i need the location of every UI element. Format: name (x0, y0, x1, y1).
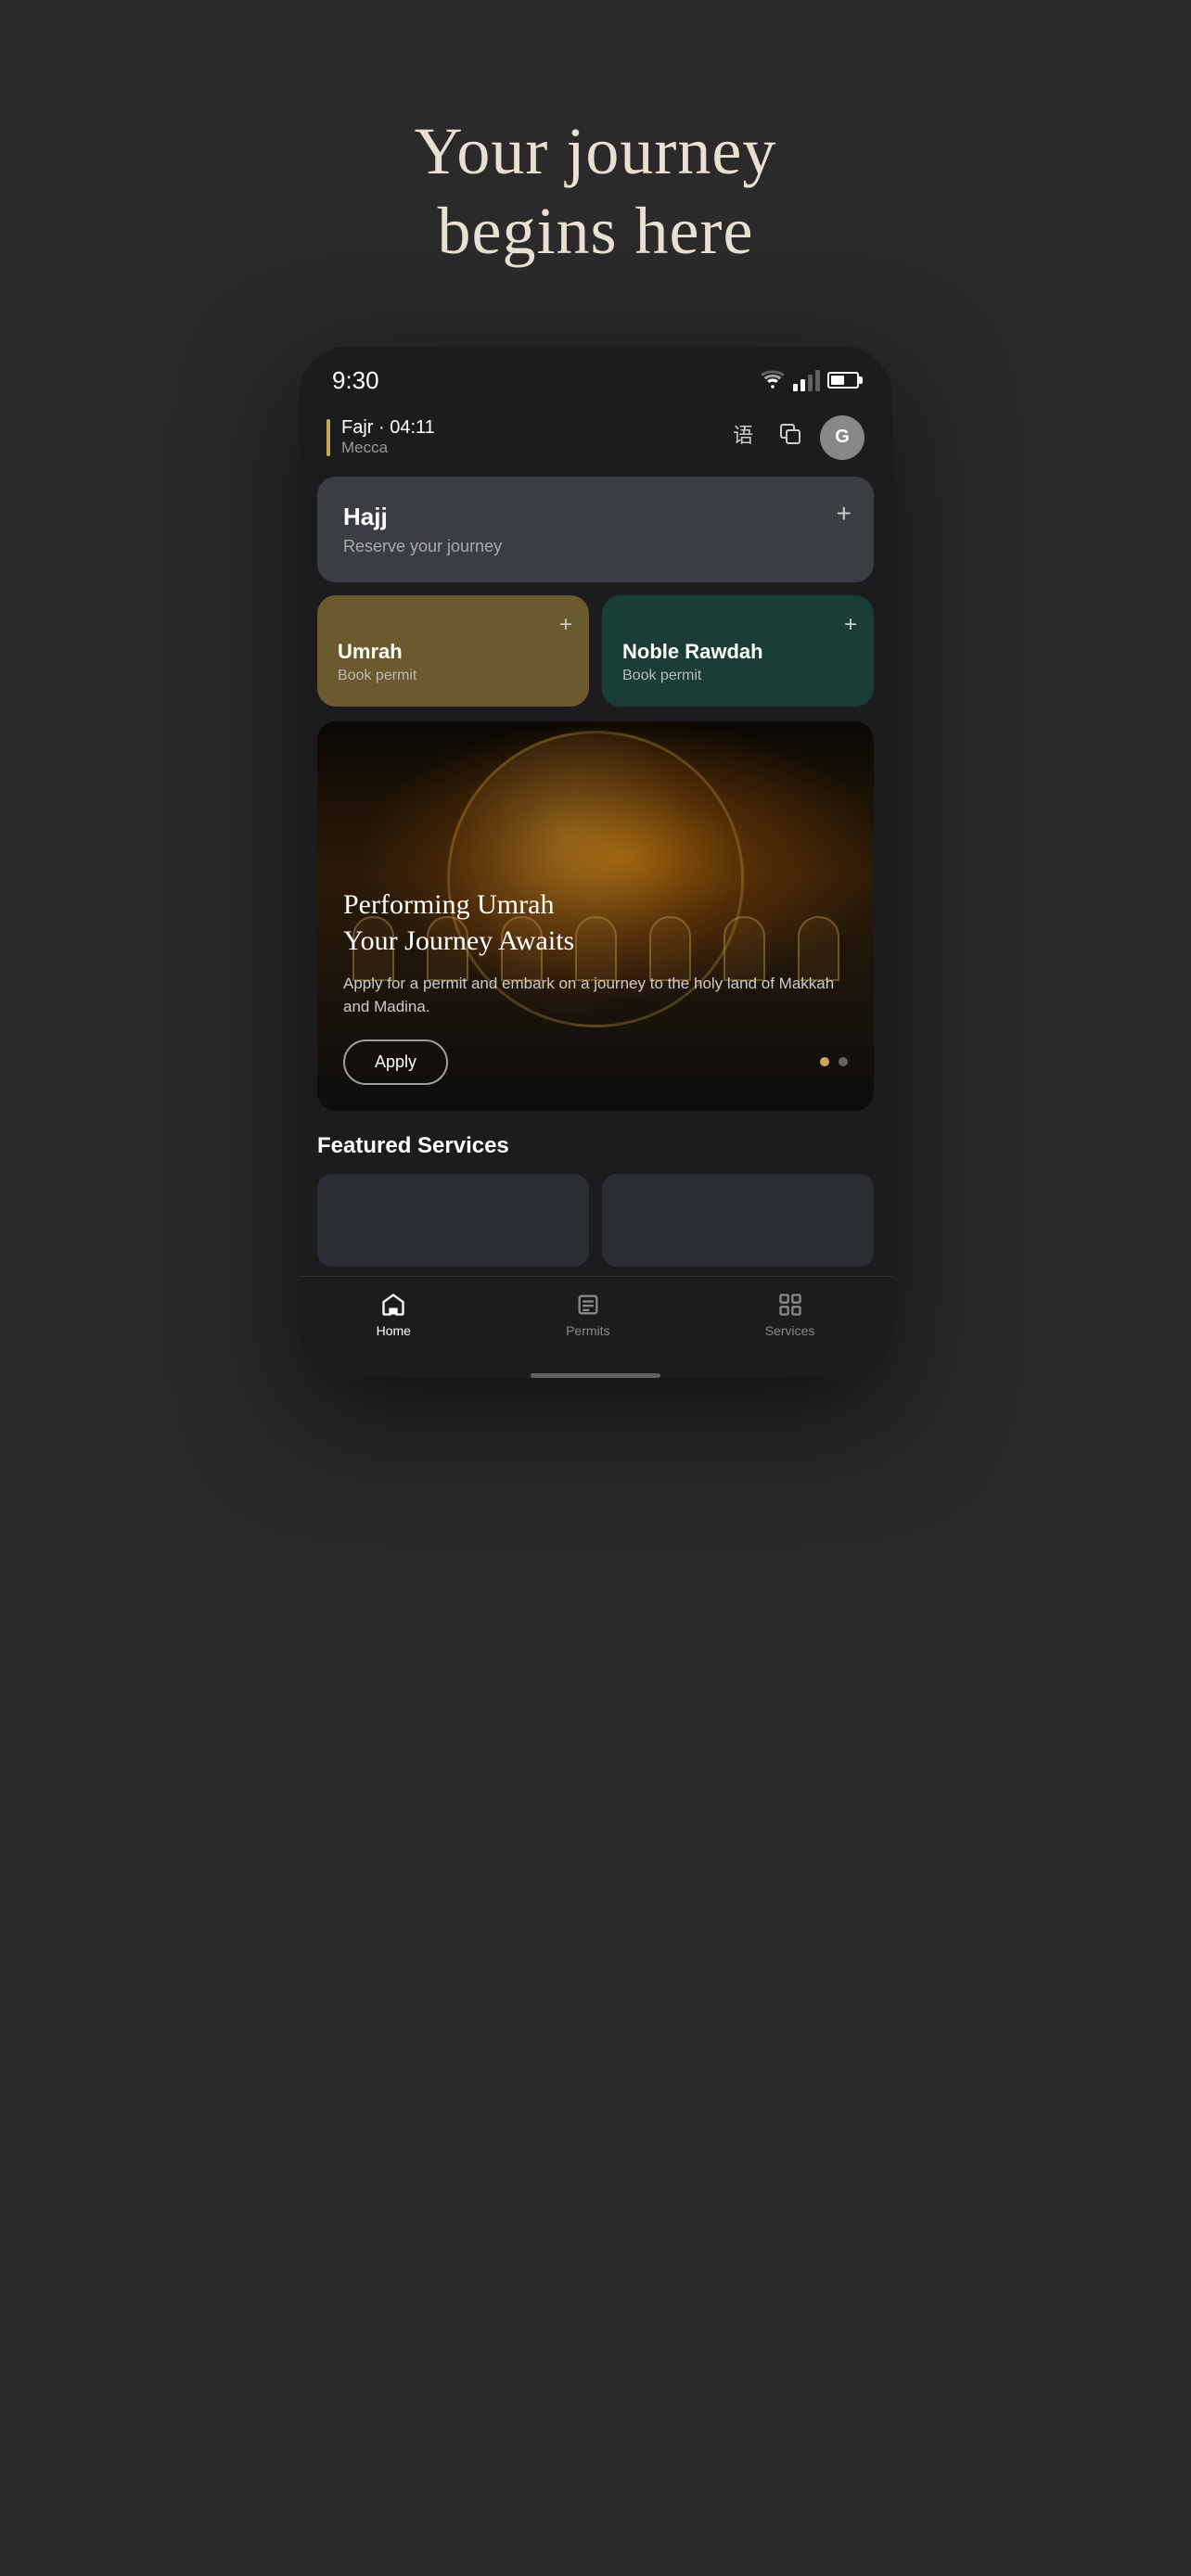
umrah-card-subtitle: Book permit (338, 668, 569, 684)
carousel-dot-2 (839, 1057, 848, 1066)
service-card-2[interactable] (602, 1174, 874, 1267)
prayer-info: Fajr · 04:11 Mecca (327, 417, 435, 457)
carousel-dot-1 (820, 1057, 829, 1066)
rawdah-card-plus[interactable]: + (844, 612, 857, 638)
prayer-location: Mecca (341, 439, 435, 457)
rawdah-card[interactable]: + Noble Rawdah Book permit (602, 595, 874, 707)
services-nav-label: Services (765, 1323, 815, 1338)
prayer-bar-indicator (327, 419, 330, 456)
nav-home[interactable]: Home (349, 1292, 439, 1338)
service-card-1[interactable] (317, 1174, 589, 1267)
status-bar: 9:30 (299, 346, 892, 404)
nav-services[interactable]: Services (737, 1292, 843, 1338)
hero-text: Your journey begins here (415, 111, 777, 272)
hajj-card[interactable]: + Hajj Reserve your journey (317, 477, 874, 582)
umrah-card-title: Umrah (338, 640, 569, 664)
page-wrapper: Your journey begins here 9:30 (0, 0, 1191, 2576)
prayer-name: Fajr · 04:11 (341, 417, 435, 439)
user-avatar[interactable]: G (820, 415, 864, 460)
banner-text-content: Performing Umrah Your Journey Awaits App… (343, 886, 848, 1085)
services-preview (317, 1174, 874, 1276)
prayer-text: Fajr · 04:11 Mecca (341, 417, 435, 457)
rawdah-card-title: Noble Rawdah (622, 640, 853, 664)
umrah-card[interactable]: + Umrah Book permit (317, 595, 589, 707)
hajj-card-plus[interactable]: + (837, 499, 852, 529)
banner-carousel: Performing Umrah Your Journey Awaits App… (317, 721, 874, 1111)
rawdah-card-subtitle: Book permit (622, 668, 853, 684)
battery-icon (827, 372, 859, 389)
main-content: + Hajj Reserve your journey + Umrah Book… (299, 477, 892, 1276)
bottom-nav: Home Permits Services (299, 1276, 892, 1366)
featured-services-title: Featured Services (317, 1129, 874, 1174)
phone-container: 9:30 (299, 346, 892, 1378)
home-icon (380, 1292, 406, 1318)
hajj-card-title: Hajj (343, 503, 848, 531)
banner-image: Performing Umrah Your Journey Awaits App… (317, 721, 874, 1111)
services-icon (777, 1292, 803, 1318)
banner-description: Apply for a permit and embark on a journ… (343, 972, 848, 1019)
wifi-icon (760, 367, 786, 393)
header-actions: 语 G (733, 415, 864, 460)
app-header: Fajr · 04:11 Mecca 语 G (299, 404, 892, 477)
translate-icon[interactable]: 语 (733, 422, 761, 453)
umrah-card-plus[interactable]: + (559, 612, 572, 638)
signal-icon (793, 370, 820, 391)
carousel-dots (820, 1057, 848, 1066)
banner-footer: Apply (343, 1039, 848, 1085)
nav-permits[interactable]: Permits (538, 1292, 637, 1338)
apply-button[interactable]: Apply (343, 1039, 448, 1085)
home-nav-label: Home (377, 1323, 411, 1338)
translate-btn[interactable] (777, 421, 803, 453)
small-cards-row: + Umrah Book permit + Noble Rawdah Book … (317, 595, 874, 707)
status-time: 9:30 (332, 366, 379, 395)
svg-text:语: 语 (733, 424, 753, 446)
banner-title: Performing Umrah Your Journey Awaits (343, 886, 848, 959)
hajj-card-subtitle: Reserve your journey (343, 537, 848, 556)
status-icons (760, 367, 859, 393)
permits-nav-label: Permits (566, 1323, 609, 1338)
home-indicator (531, 1373, 660, 1378)
permits-icon (575, 1292, 601, 1318)
